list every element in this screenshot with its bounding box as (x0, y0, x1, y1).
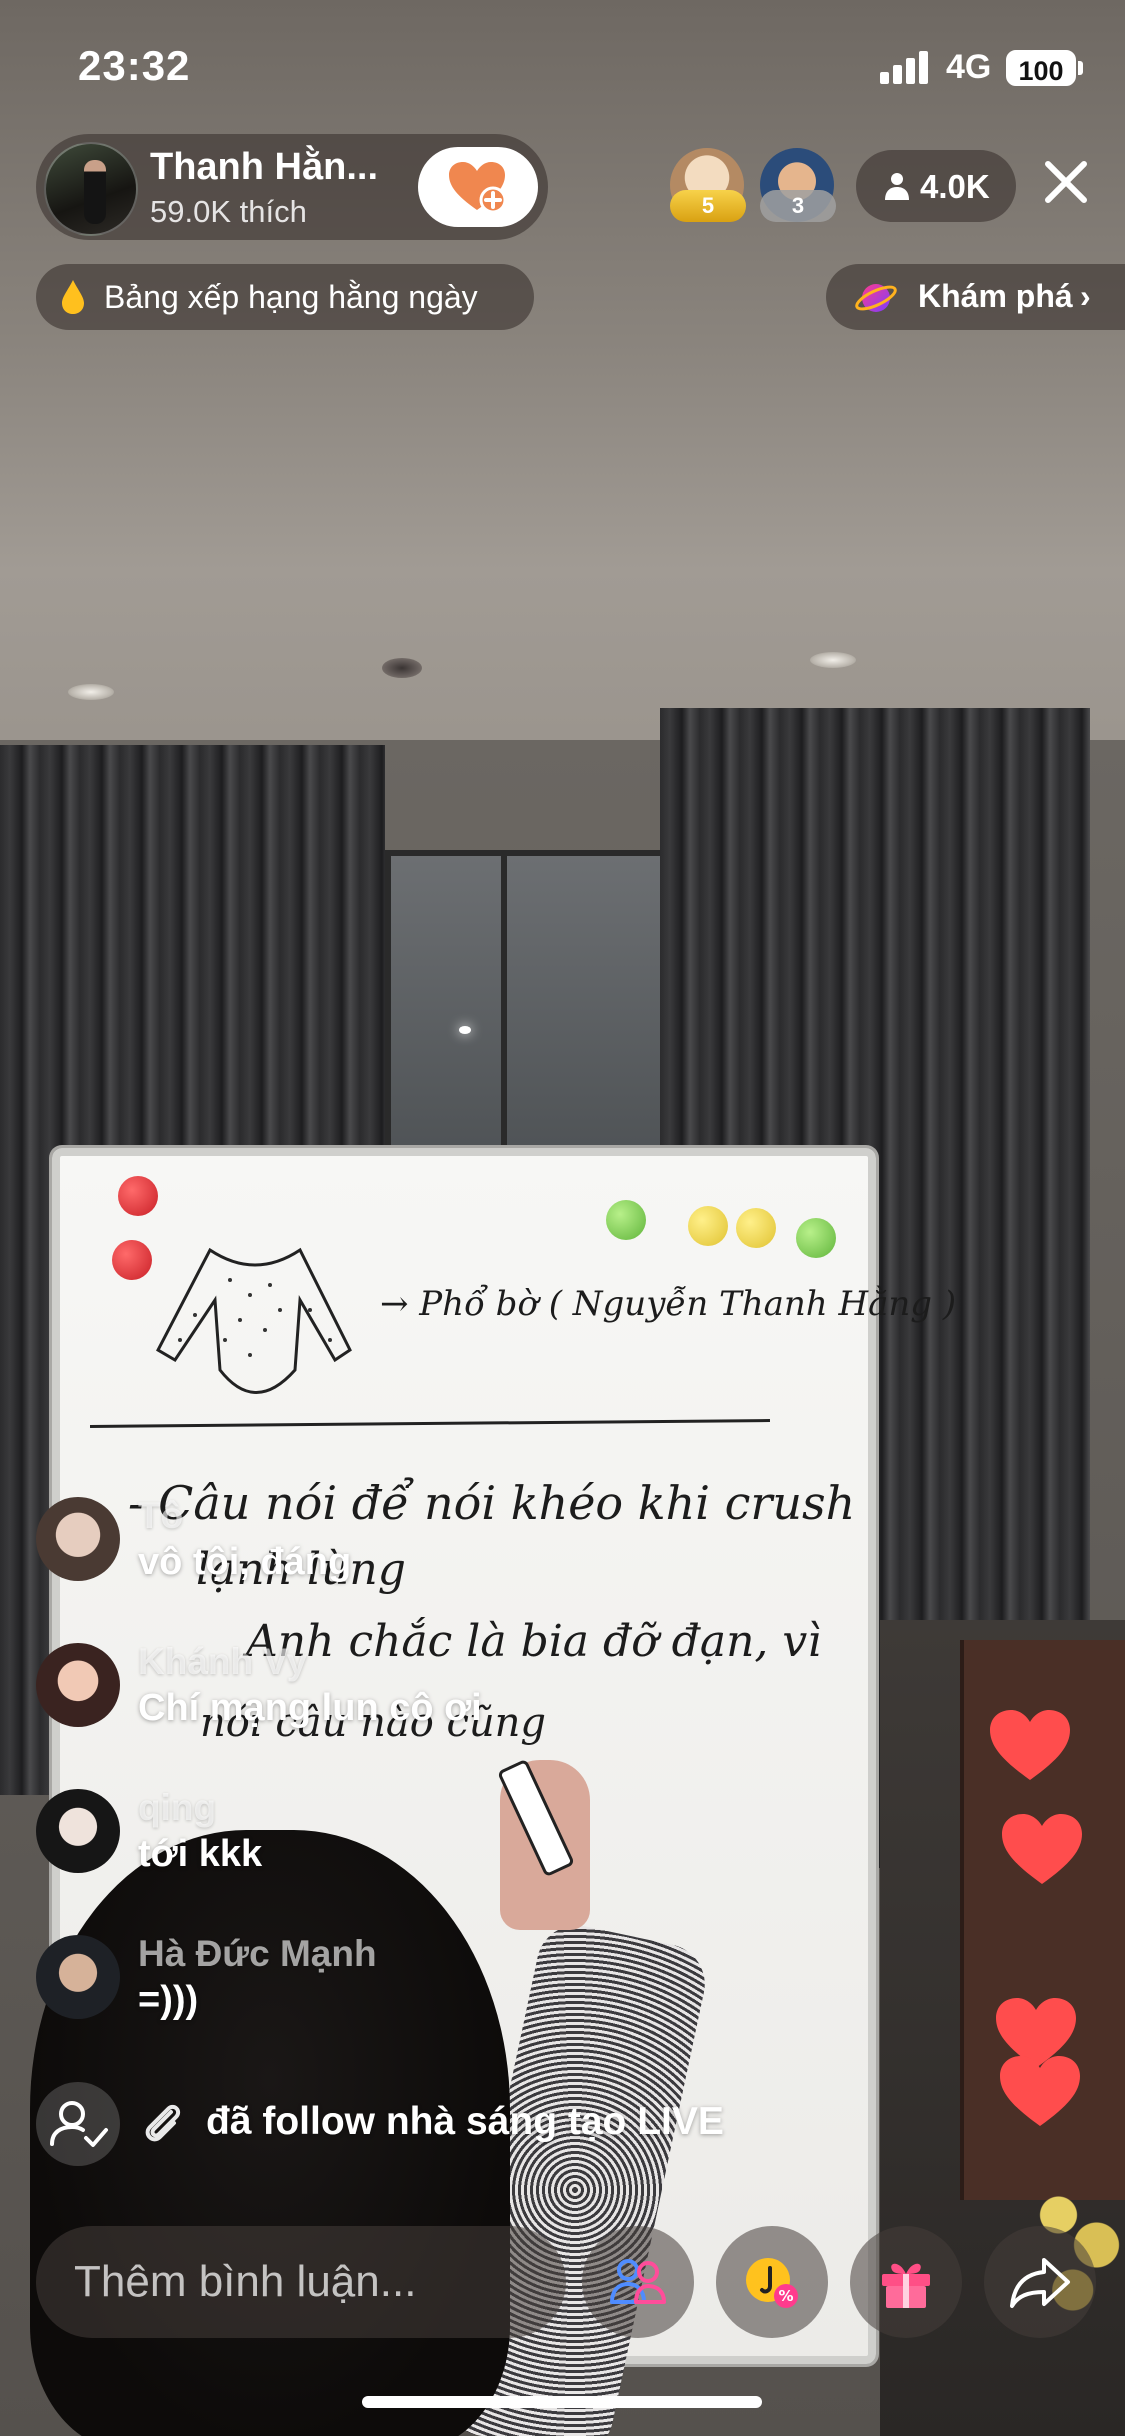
host-avatar[interactable] (44, 142, 138, 236)
chat-avatar[interactable] (36, 1497, 120, 1581)
heart-plus-icon (449, 162, 507, 214)
status-bar: 23:32 4G 100 (0, 0, 1125, 130)
floating-heart-icon (990, 1710, 1070, 1780)
share-icon (1010, 2258, 1070, 2308)
host-info[interactable]: Thanh Hằn... 59.0K thích (36, 134, 548, 240)
chat-item[interactable]: Tô vô tội, đáng (36, 1495, 836, 1597)
gift-icon (882, 2263, 930, 2308)
ranking-label: Bảng xếp hạng hằng ngày (104, 279, 478, 315)
signal-icon (880, 50, 932, 84)
chat-username[interactable]: Khánh Vy (138, 1641, 307, 1683)
battery-icon: 100 (1006, 50, 1076, 86)
chat-item[interactable]: Khánh Vy Chí mạng lun cô ơi (36, 1641, 836, 1743)
chat-message: Chí mạng lun cô ơi (138, 1687, 482, 1729)
live-overlay: 23:32 4G 100 Thanh Hằn... 59.0K thích 5 … (0, 0, 1125, 2436)
user-check-icon (50, 2101, 108, 2147)
drop-icon (62, 280, 84, 314)
follow-notice-avatar (36, 2082, 120, 2166)
people-icon (610, 2259, 666, 2304)
chat-avatar[interactable] (36, 1643, 120, 1727)
explore-button[interactable]: Khám phá › (826, 264, 1125, 330)
host-likes: 59.0K thích (150, 194, 307, 229)
host-name: Thanh Hằn... (150, 146, 378, 188)
chat-message: vô tội, đáng (138, 1541, 352, 1583)
daily-ranking[interactable]: Bảng xếp hạng hằng ngày (36, 264, 534, 330)
person-icon (885, 173, 909, 200)
explore-label: Khám phá (918, 278, 1073, 314)
network-type: 4G (946, 48, 992, 86)
gift-button[interactable] (850, 2226, 962, 2338)
rank-badge: 3 (760, 190, 836, 222)
follow-button[interactable] (418, 147, 538, 227)
planet-icon (855, 284, 897, 312)
avatar-figure (84, 160, 106, 224)
close-icon[interactable] (1036, 152, 1096, 212)
chat-message: tới kkk (138, 1833, 263, 1875)
floating-heart-icon (1002, 1814, 1082, 1884)
floating-heart-icon (1000, 2056, 1080, 2126)
clock: 23:32 (78, 42, 191, 89)
chat-item[interactable]: Hà Đức Mạnh =))) (36, 1933, 836, 2035)
viewer-count-text: 4.0K (920, 168, 990, 205)
viewer-count[interactable]: 4.0K (856, 150, 1016, 222)
svg-text:%: % (778, 2287, 793, 2305)
chevron-right-icon: › (1080, 278, 1091, 314)
chat-username[interactable]: qing (138, 1787, 216, 1829)
follow-notice-text: đã follow nhà sáng tạo LIVE (206, 2100, 724, 2143)
chat-avatar[interactable] (36, 1935, 120, 2019)
multi-guest-button[interactable] (582, 2226, 694, 2338)
battery-tip (1078, 61, 1083, 75)
follow-notice: đã follow nhà sáng tạo LIVE (36, 2082, 936, 2166)
share-button[interactable] (984, 2226, 1096, 2338)
chat-message: =))) (138, 1979, 199, 2021)
rank-badge: 5 (670, 190, 746, 222)
chat-username[interactable]: Tô (138, 1495, 183, 1537)
coin-button[interactable]: % (716, 2226, 828, 2338)
comment-input[interactable] (36, 2226, 566, 2338)
chat-avatar[interactable] (36, 1789, 120, 1873)
home-indicator[interactable] (362, 2396, 762, 2408)
chat-username[interactable]: Hà Đức Mạnh (138, 1933, 377, 1975)
paperclip-icon (145, 2104, 181, 2142)
coin-icon: % (746, 2258, 798, 2308)
chat-item[interactable]: qing tới kkk (36, 1787, 836, 1889)
